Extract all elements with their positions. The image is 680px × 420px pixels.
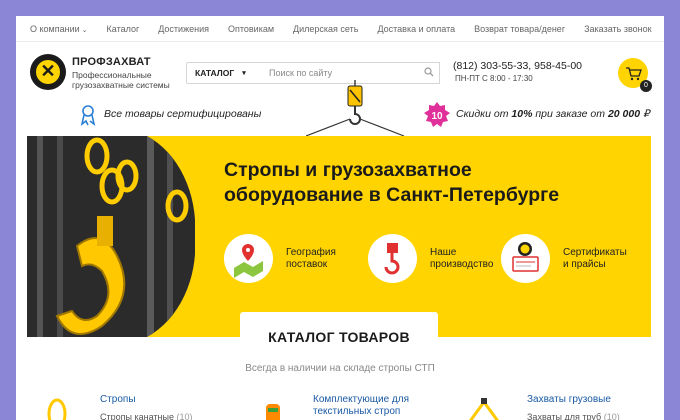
catalog-card-clamps[interactable]: Захваты грузовые Захваты для труб (10) [527, 394, 620, 420]
hero-banner[interactable]: Стропы и грузозахватное оборудование в С… [27, 136, 651, 337]
card-title[interactable]: Комплектующие для текстильных строп [313, 394, 409, 418]
call-request-link[interactable]: Заказать звонок [584, 24, 651, 34]
brand-tagline: Профессиональные грузозахватные системы [72, 70, 170, 90]
page: О компании ⌄ Каталог Достижения Оптовикам… [16, 16, 664, 420]
catalog-subtitle: Всегда в наличии на складе стропы СТП [245, 363, 435, 374]
phone-numbers[interactable]: (812) 303-55-33, 958-45-00 [453, 60, 582, 72]
sling-thumbnail [47, 398, 67, 420]
card-subitem[interactable]: Захваты для труб (10) [527, 412, 620, 420]
discount-amount: 20 000 [607, 108, 641, 120]
brand-name: ПРОФЗАХВАТ [72, 56, 151, 68]
nav-item-about[interactable]: О компании ⌄ [30, 24, 88, 34]
catalog-heading-box: КАТАЛОГ ТОВАРОВ [240, 312, 438, 360]
certificate-ribbon-icon [80, 105, 96, 126]
top-nav: О компании ⌄ Каталог Достижения Оптовикам… [16, 16, 664, 42]
feature-label: Сертификаты и прайсы [563, 247, 627, 270]
feature-label: География поставок [286, 247, 336, 270]
search-icon[interactable] [424, 67, 434, 77]
card-title[interactable]: Захваты грузовые [527, 394, 620, 406]
discount-badge-text: 10 [431, 111, 443, 122]
nav-item-achievements[interactable]: Достижения [158, 24, 209, 34]
crane-hook-decoration [306, 80, 405, 137]
currency-sign: ₽ [642, 108, 650, 120]
feature-icon-circle [224, 234, 273, 283]
hero-title-line1: Стропы и грузозахватное [224, 159, 472, 181]
nav-item-catalog[interactable]: Каталог [107, 24, 140, 34]
working-hours: ПН-ПТ С 8:00 - 17:30 [455, 74, 533, 83]
chevron-down-icon: ⌄ [81, 26, 88, 34]
cart-count-badge: 0 [640, 80, 652, 92]
map-pin-icon [234, 244, 263, 278]
catalog-card-slings[interactable]: Стропы Стропы канатные (10) [100, 394, 193, 420]
clamp-thumbnail [469, 398, 499, 420]
feature-icon-circle [501, 234, 550, 283]
certified-notice: Все товары сертифицированы [104, 108, 262, 120]
discount-mid: при заказе от [535, 108, 606, 120]
nav-item-delivery[interactable]: Доставка и оплата [377, 24, 455, 34]
card-title[interactable]: Стропы [100, 394, 193, 406]
catalog-dropdown-button[interactable]: КАТАЛОГ ▾ [186, 62, 262, 84]
components-thumbnail [266, 404, 280, 420]
feature-production[interactable]: Наше производство [368, 234, 500, 283]
nav-item-returns[interactable]: Возврат товара/денег [474, 24, 565, 34]
discount-badge-icon: 10 [424, 102, 450, 127]
logo[interactable]: ✕ [30, 54, 66, 90]
discount-notice: Скидки от 10% при заказе от 20 000 ₽ [456, 108, 650, 120]
certificate-icon [512, 242, 539, 272]
hero-title: Стропы и грузозахватное оборудование в С… [224, 158, 559, 208]
feature-label: Наше производство [430, 247, 494, 270]
hero-title-line2: оборудование в Санкт-Петербурге [224, 184, 560, 206]
crane-hook-icon [384, 243, 400, 275]
discount-percent: 10% [511, 108, 533, 120]
chain-hook-image [27, 136, 195, 337]
brand: ПРОФЗАХВАТ Профессиональные грузозахватн… [72, 56, 176, 90]
nav-item-wholesale[interactable]: Оптовикам [228, 24, 274, 34]
feature-icon-circle [368, 234, 417, 283]
chevron-down-icon: ▾ [242, 70, 246, 77]
feature-geography[interactable]: География поставок [224, 234, 356, 283]
discount-prefix: Скидки от [456, 108, 509, 120]
nav-item-dealers[interactable]: Дилерская сеть [293, 24, 358, 34]
catalog-card-components[interactable]: Комплектующие для текстильных строп [313, 394, 409, 418]
feature-certificates[interactable]: Сертификаты и прайсы [501, 234, 633, 283]
catalog-title: КАТАЛОГ ТОВАРОВ [268, 329, 410, 345]
catalog-dropdown-label: КАТАЛОГ [195, 68, 235, 78]
card-subitem[interactable]: Стропы канатные (10) [100, 412, 193, 420]
